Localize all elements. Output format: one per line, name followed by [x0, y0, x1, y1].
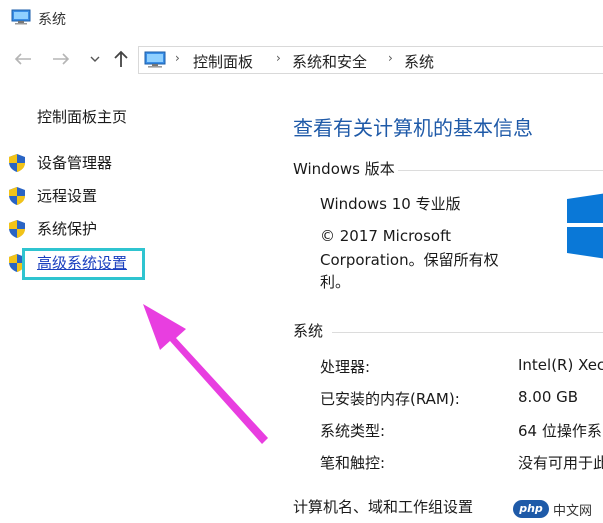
sidebar-item-label: 设备管理器	[37, 154, 113, 172]
windows-logo-icon	[567, 191, 603, 261]
sidebar-item-device-manager[interactable]: 设备管理器	[7, 150, 257, 174]
pen-touch-value: 没有可用于此	[518, 454, 603, 472]
copyright-line: © 2017 Microsoft	[320, 227, 451, 245]
php-badge: php	[513, 500, 549, 518]
pen-touch-label: 笔和触控:	[320, 454, 386, 472]
address-bar[interactable]: › 控制面板 › 系统和安全 › 系统	[138, 46, 603, 74]
page-title: 查看有关计算机的基本信息	[293, 116, 533, 140]
shield-icon	[7, 153, 27, 173]
forward-button[interactable]	[50, 48, 72, 70]
breadcrumb-separator[interactable]: ›	[388, 51, 393, 65]
back-button[interactable]	[12, 48, 34, 70]
window-title: 系统	[38, 12, 66, 28]
computer-icon	[144, 51, 166, 69]
up-button[interactable]	[110, 48, 132, 70]
section-heading-edition: Windows 版本	[293, 160, 395, 178]
windows-edition: Windows 10 专业版	[320, 195, 461, 213]
breadcrumb-system-security[interactable]: 系统和安全	[292, 51, 367, 72]
breadcrumb-system[interactable]: 系统	[404, 51, 434, 72]
shield-icon	[7, 219, 27, 239]
sidebar-item-label: 系统保护	[37, 220, 98, 238]
breadcrumb-separator[interactable]: ›	[276, 51, 281, 65]
processor-value: Intel(R) Xec	[518, 356, 603, 374]
main-content: 查看有关计算机的基本信息 Windows 版本 Windows 10 专业版 ©…	[270, 80, 603, 523]
divider	[332, 332, 603, 333]
recent-locations-button[interactable]	[84, 48, 106, 70]
breadcrumb-control-panel[interactable]: 控制面板	[193, 51, 253, 72]
arrow-up-icon	[113, 50, 129, 68]
arrow-right-icon	[52, 52, 70, 66]
watermark-logo: php 中文网	[513, 499, 597, 519]
section-heading-system: 系统	[293, 322, 324, 340]
watermark-text: 中文网	[553, 504, 593, 519]
memory-label: 已安装的内存(RAM):	[320, 390, 460, 408]
sidebar-item-label: 远程设置	[37, 187, 98, 205]
divider	[398, 170, 603, 171]
sidebar: 控制面板主页 设备管理器 远程设置 系统保护 高级系统设置	[0, 80, 270, 523]
navigation-bar: › 控制面板 › 系统和安全 › 系统	[0, 40, 603, 78]
memory-value: 8.00 GB	[518, 388, 579, 406]
section-heading-computer-name: 计算机名、域和工作组设置	[293, 498, 474, 516]
title-bar: 系统	[0, 0, 603, 34]
control-panel-home-link[interactable]: 控制面板主页	[37, 106, 127, 127]
copyright-line: Corporation。保留所有权	[320, 251, 499, 269]
highlight-box	[22, 248, 145, 280]
breadcrumb-separator[interactable]: ›	[175, 51, 180, 65]
sidebar-item-system-protection[interactable]: 系统保护	[7, 216, 257, 240]
shield-icon	[7, 186, 27, 206]
computer-icon	[11, 9, 31, 25]
arrow-left-icon	[14, 52, 32, 66]
system-type-label: 系统类型:	[320, 422, 386, 440]
processor-label: 处理器:	[320, 358, 371, 376]
system-type-value: 64 位操作系	[518, 422, 602, 440]
sidebar-item-remote-settings[interactable]: 远程设置	[7, 183, 257, 207]
copyright-line: 利。	[320, 273, 351, 291]
chevron-down-icon	[90, 55, 100, 63]
